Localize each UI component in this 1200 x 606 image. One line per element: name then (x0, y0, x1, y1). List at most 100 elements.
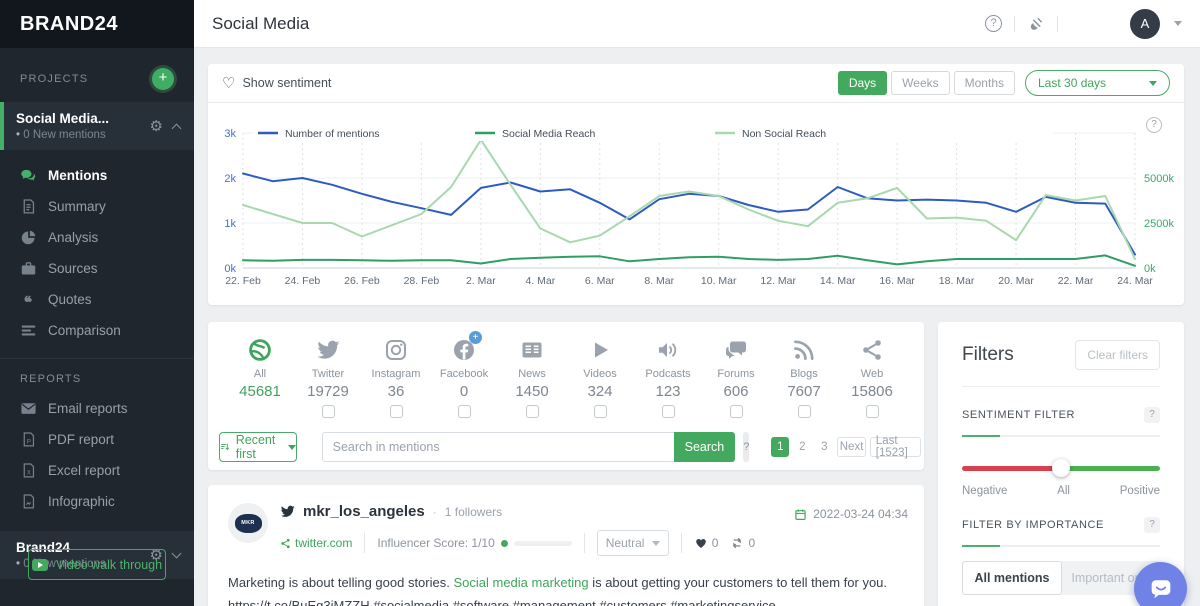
source-checkbox[interactable] (526, 405, 539, 418)
add-source-badge[interactable]: + (469, 331, 482, 344)
svg-text:P: P (27, 439, 31, 445)
user-avatar[interactable]: A (1130, 9, 1160, 39)
sidebar-item-analysis[interactable]: Analysis (0, 222, 194, 253)
source-checkbox[interactable] (730, 405, 743, 418)
sentiment-help-icon[interactable]: ? (1144, 407, 1160, 423)
mentions-icon (20, 167, 37, 184)
svg-text:Number of mentions: Number of mentions (285, 128, 380, 140)
importance-help-icon[interactable]: ? (1144, 517, 1160, 533)
video-walkthrough-button[interactable]: Video walk through (28, 549, 166, 580)
range-button-weeks[interactable]: Weeks (891, 71, 949, 95)
source-filter-twitter[interactable]: Twitter19729 (294, 338, 362, 418)
search-input[interactable] (322, 432, 674, 462)
range-buttons: DaysWeeksMonths (838, 71, 1015, 95)
source-filter-news[interactable]: News1450 (498, 338, 566, 418)
sidebar-item-comparison[interactable]: Comparison (0, 315, 194, 346)
sentiment-negative-label: Negative (962, 485, 1007, 497)
sentiment-caret-icon (652, 541, 660, 546)
sentiment-slider[interactable] (962, 459, 1160, 477)
svg-text:1k: 1k (224, 218, 236, 230)
chevron-down-icon[interactable] (172, 549, 182, 559)
sidebar-item-email-reports[interactable]: Email reports (0, 393, 194, 424)
summary-icon (20, 198, 37, 215)
source-checkbox[interactable] (322, 405, 335, 418)
sidebar: BRAND24 PROJECTS + Social Media... • 0 N… (0, 0, 194, 606)
svg-text:2. Mar: 2. Mar (466, 275, 496, 287)
source-filter-videos[interactable]: Videos324 (566, 338, 634, 418)
pagination-last-1523-[interactable]: Last [1523] (870, 437, 922, 457)
search-help-icon[interactable]: ? (743, 432, 749, 462)
calendar-icon (794, 508, 807, 521)
web-icon (860, 338, 884, 362)
forums-icon (724, 338, 748, 362)
active-project[interactable]: Social Media... • 0 New mentions ⚙ (0, 102, 194, 150)
pagination-next[interactable]: Next (837, 437, 865, 457)
range-button-days[interactable]: Days (838, 71, 887, 95)
source-checkbox[interactable] (866, 405, 879, 418)
source-filter-facebook[interactable]: +Facebook0 (430, 338, 498, 418)
mention-followers: 1 followers (445, 505, 502, 519)
mention-card: MKR mkr_los_angeles · 1 followers 2022-0… (208, 485, 924, 606)
range-button-months[interactable]: Months (954, 71, 1015, 95)
mention-avatar: MKR (228, 503, 268, 543)
svg-text:20. Mar: 20. Mar (998, 275, 1034, 287)
sidebar-item-pdf-report[interactable]: PPDF report (0, 424, 194, 455)
svg-text:18. Mar: 18. Mar (939, 275, 975, 287)
sort-caret-icon (288, 445, 296, 450)
source-filter-blogs[interactable]: Blogs7607 (770, 338, 838, 418)
sidebar-item-summary[interactable]: Summary (0, 191, 194, 222)
pagination-1[interactable]: 1 (771, 437, 789, 457)
chat-widget-button[interactable] (1134, 562, 1187, 606)
share-icon (280, 538, 291, 549)
source-checkbox[interactable] (798, 405, 811, 418)
integrations-plug-icon[interactable] (1027, 15, 1045, 33)
project-settings-gear-icon[interactable]: ⚙ (150, 117, 163, 135)
active-project-name: Social Media... (16, 111, 109, 126)
clear-filters-button[interactable]: Clear filters (1075, 340, 1160, 370)
date-range-select[interactable]: Last 30 days (1025, 70, 1170, 96)
svg-text:24. Feb: 24. Feb (285, 275, 321, 287)
chart-help-icon[interactable]: ? (1146, 117, 1162, 133)
source-filter-forums[interactable]: Forums606 (702, 338, 770, 418)
svg-text:6. Mar: 6. Mar (585, 275, 615, 287)
sentiment-positive-label: Positive (1120, 485, 1160, 497)
svg-text:Non Social Reach: Non Social Reach (742, 128, 826, 140)
sidebar-item-quotes[interactable]: Quotes (0, 284, 194, 315)
source-checkbox[interactable] (390, 405, 403, 418)
podcasts-icon (656, 338, 680, 362)
pagination-3[interactable]: 3 (815, 437, 833, 457)
svg-text:2500k: 2500k (1144, 218, 1174, 230)
filters-title: Filters (962, 344, 1014, 366)
score-dot (501, 540, 508, 547)
retweets-stat[interactable]: 0 (730, 536, 755, 550)
avatar-menu-caret-icon[interactable] (1174, 21, 1182, 26)
source-filter-podcasts[interactable]: Podcasts123 (634, 338, 702, 418)
sidebar-item-excel-report[interactable]: XExcel report (0, 455, 194, 486)
sidebar-item-infographic[interactable]: Infographic (0, 486, 194, 517)
source-checkbox[interactable] (662, 405, 675, 418)
source-filter-all[interactable]: All45681 (226, 338, 294, 418)
show-sentiment-toggle[interactable]: ♡ Show sentiment (222, 74, 331, 92)
mention-source-link[interactable]: twitter.com (280, 536, 352, 550)
source-checkbox[interactable] (458, 405, 471, 418)
importance-option-all-mentions[interactable]: All mentions (962, 561, 1062, 595)
topbar: Social Media ? A (194, 0, 1200, 48)
search-button[interactable]: Search (674, 432, 736, 462)
chevron-up-icon[interactable] (172, 123, 182, 133)
sentiment-slider-thumb[interactable] (1052, 459, 1070, 477)
quotes-icon (20, 291, 37, 308)
mention-author[interactable]: mkr_los_angeles (303, 503, 425, 520)
sidebar-item-sources[interactable]: Sources (0, 253, 194, 284)
source-filter-instagram[interactable]: Instagram36 (362, 338, 430, 418)
help-icon[interactable]: ? (985, 15, 1002, 32)
sidebar-item-mentions[interactable]: Mentions (0, 160, 194, 191)
filters-panel: Filters Clear filters SENTIMENT FILTER ?… (938, 322, 1184, 606)
source-checkbox[interactable] (594, 405, 607, 418)
svg-text:0k: 0k (1144, 263, 1156, 275)
sort-order-dropdown[interactable]: Recent first (219, 432, 297, 462)
likes-stat[interactable]: 0 (694, 536, 719, 550)
sentiment-dropdown[interactable]: Neutral (597, 530, 669, 556)
source-filter-web[interactable]: Web15806 (838, 338, 906, 418)
add-project-button[interactable]: + (152, 68, 174, 90)
pagination-2[interactable]: 2 (793, 437, 811, 457)
